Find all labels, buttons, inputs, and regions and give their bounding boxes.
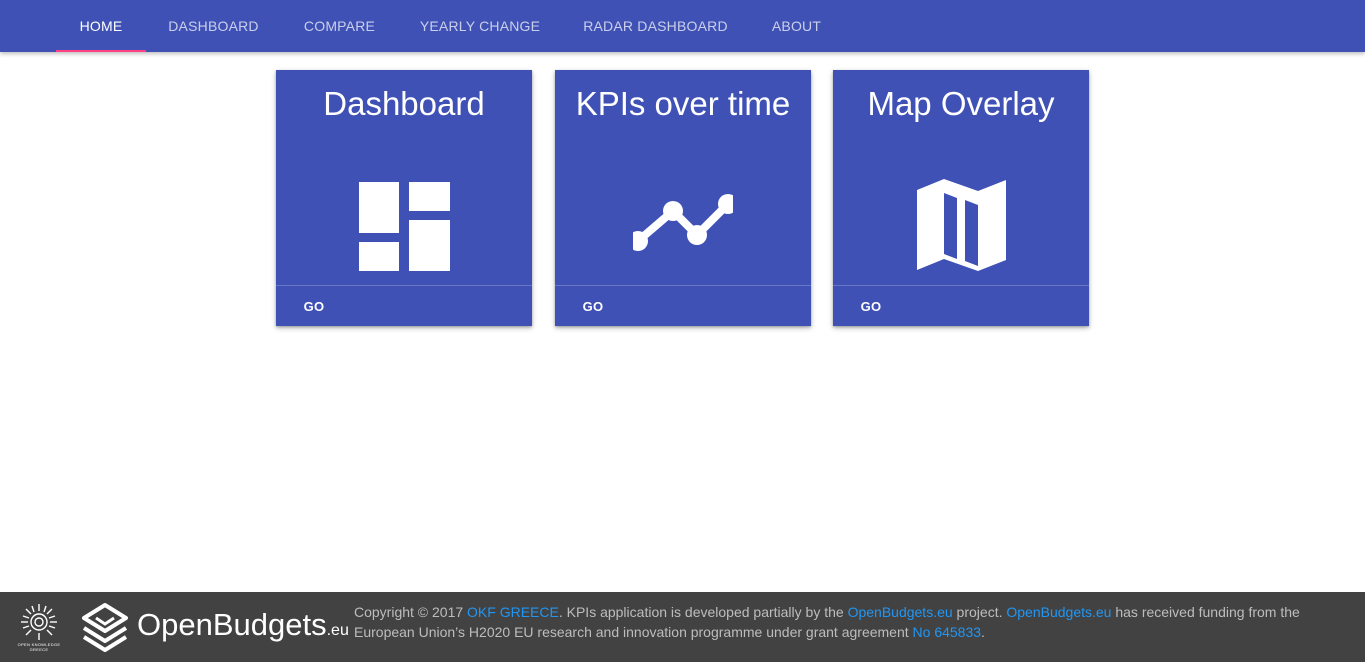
active-tab-indicator (56, 50, 146, 52)
map-icon (917, 179, 1006, 271)
okf-greece-link[interactable]: OKF GREECE (467, 604, 559, 620)
card-divider (555, 285, 811, 286)
card-divider (276, 285, 532, 286)
openbudgets-logo-text: OpenBudgets.eu (137, 605, 349, 651)
footer-text-part: . KPIs application is developed partiall… (558, 604, 848, 620)
footer-text-part: Copyright © 2017 (354, 604, 468, 620)
tab-home[interactable]: HOME (56, 0, 146, 52)
card-title: KPIs over time (575, 85, 791, 122)
openbudgets-logo-icon[interactable] (80, 602, 130, 652)
openbudgets-link[interactable]: OpenBudgets.eu (1006, 604, 1111, 620)
top-navbar: HOME DASHBOARD COMPARE YEARLY CHANGE RAD… (0, 0, 1365, 52)
tab-label: YEARLY CHANGE (419, 18, 541, 34)
openbudgets-link[interactable]: OpenBudgets.eu (848, 604, 953, 620)
tab-label: ABOUT (771, 18, 822, 34)
timeline-icon (633, 194, 733, 251)
card-title: Map Overlay (867, 85, 1055, 122)
footer: OPEN KNOWLEDGE GREECE OpenBudgets.eu Cop… (0, 592, 1365, 662)
brand-suffix: .eu (326, 622, 349, 639)
go-button[interactable]: GO (575, 295, 611, 317)
footer-copyright-text: Copyright © 2017 OKF GREECE. KPIs applic… (354, 602, 1344, 642)
tab-about[interactable]: ABOUT (749, 0, 844, 52)
tab-radar-dashboard[interactable]: RADAR DASHBOARD (562, 0, 749, 52)
card-kpis-over-time: KPIs over time GO (555, 70, 811, 326)
tab-label: COMPARE (303, 18, 376, 34)
tab-label: DASHBOARD (168, 18, 259, 34)
tab-label: RADAR DASHBOARD (583, 18, 728, 34)
dashboard-icon (359, 182, 450, 271)
go-button[interactable]: GO (853, 295, 889, 317)
tab-label: HOME (79, 18, 123, 34)
brand-name: OpenBudgets (137, 607, 327, 642)
card-dashboard: Dashboard GO (276, 70, 532, 326)
footer-text-part: project. (952, 604, 1007, 620)
go-button[interactable]: GO (296, 295, 332, 317)
grant-agreement-link[interactable]: No 645833 (913, 624, 982, 640)
card-divider (833, 285, 1089, 286)
tab-yearly-change[interactable]: YEARLY CHANGE (398, 0, 562, 52)
card-title: Dashboard (323, 85, 485, 122)
tab-compare[interactable]: COMPARE (281, 0, 398, 52)
tab-dashboard[interactable]: DASHBOARD (146, 0, 281, 52)
card-map-overlay: Map Overlay GO (833, 70, 1089, 326)
footer-text-part: . (981, 624, 985, 640)
okf-logo-text: OPEN KNOWLEDGE GREECE (17, 642, 61, 652)
